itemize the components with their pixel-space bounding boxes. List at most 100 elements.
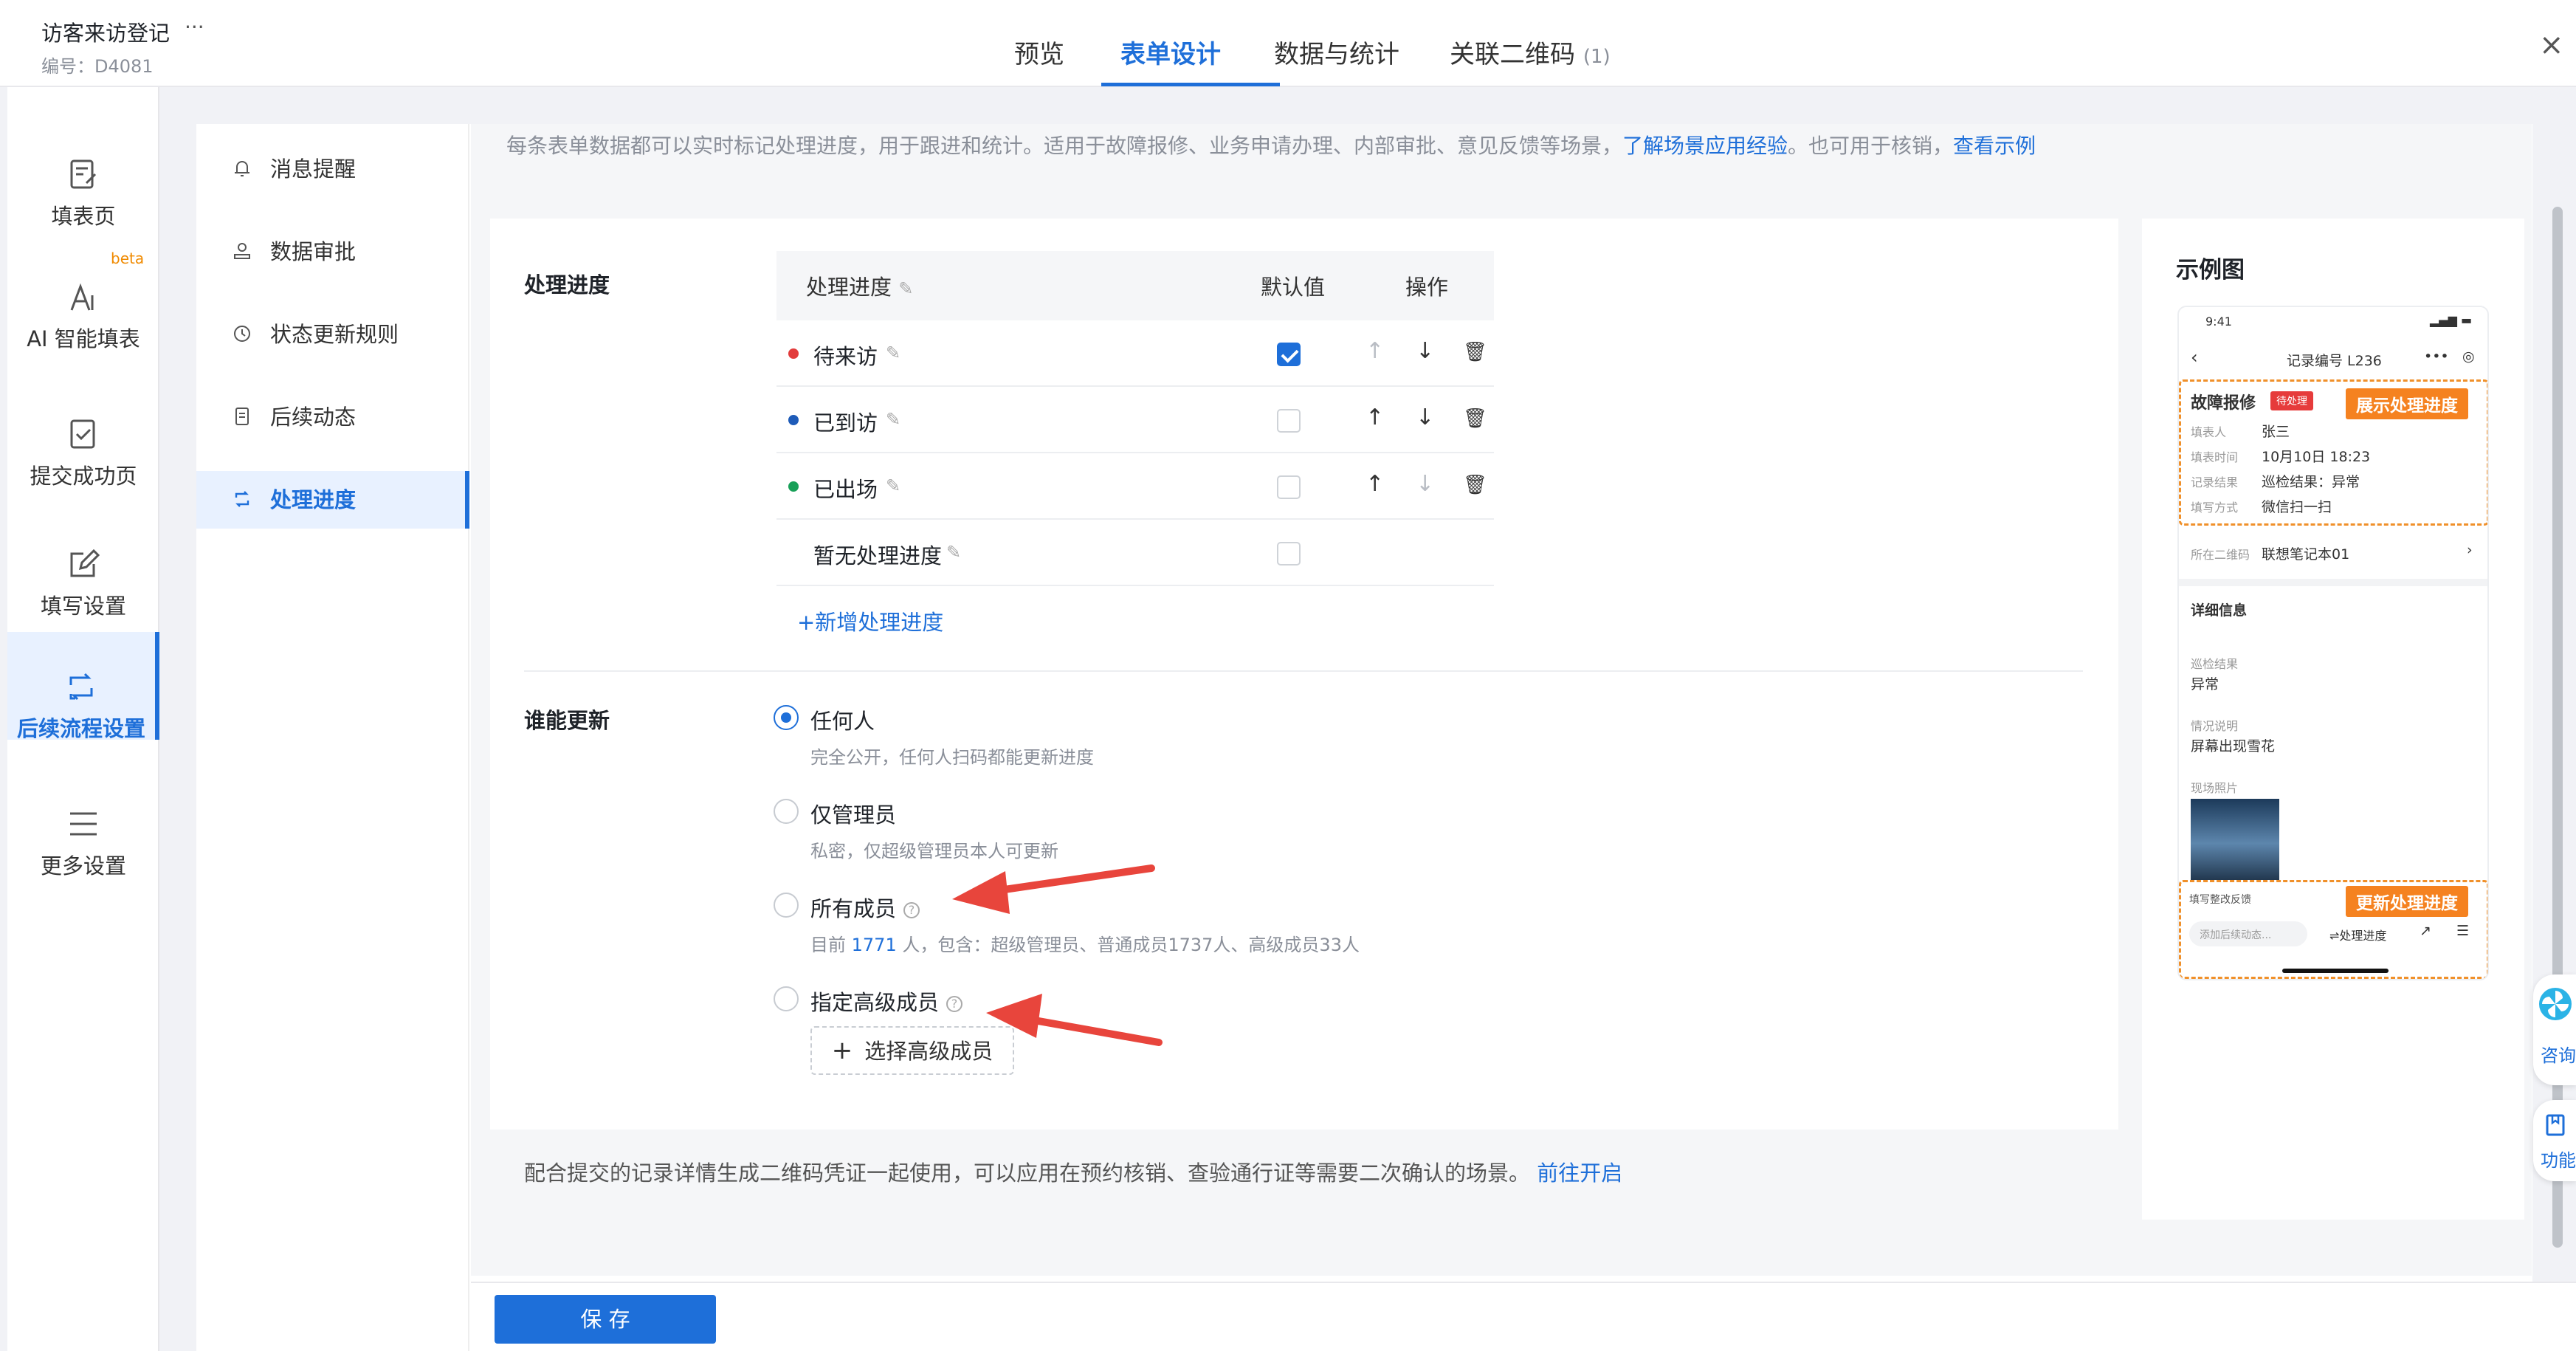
status-dot (788, 348, 799, 359)
subnav-item-data-approval[interactable]: 数据审批 (196, 223, 469, 281)
view-example-link[interactable]: 查看示例 (1953, 134, 2036, 158)
beta-badge: beta (111, 250, 145, 267)
leftnav-label: 填表页 (51, 204, 116, 229)
field-value: 张三 (2262, 424, 2290, 440)
help-icon[interactable]: ? (946, 996, 963, 1012)
table-row: 暂无处理进度 ✎ (776, 520, 1494, 586)
qr-note-text: 配合提交的记录详情生成二维码凭证一起使用，可以应用在预约核销、查验通行证等需要二… (524, 1161, 1531, 1186)
pencil-icon[interactable]: ✎ (886, 475, 900, 496)
option-desc-anyone: 完全公开，任何人扫码都能更新进度 (810, 747, 1094, 768)
menu-icon (70, 812, 97, 836)
radio-admin-only[interactable] (774, 799, 799, 824)
tab-preview[interactable]: 预览 (1014, 34, 1064, 70)
signal-icon: ▂▄▆ ▬ (2430, 313, 2473, 327)
bell-icon (235, 161, 249, 176)
chevron-right-icon: › (2467, 542, 2473, 558)
progress-name: 已到访 (813, 410, 878, 436)
pencil-icon[interactable]: ✎ (886, 409, 900, 430)
section-title-who-can-update: 谁能更新 (524, 708, 610, 733)
radio-all-members[interactable] (774, 893, 799, 918)
move-up-icon[interactable]: ↑ (1366, 405, 1384, 430)
pencil-icon[interactable]: ✎ (898, 278, 913, 299)
section-title-progress: 处理进度 (524, 272, 610, 298)
field-value: 10月10日 18:23 (2262, 449, 2371, 465)
radio-anyone[interactable] (774, 705, 799, 730)
move-down-icon[interactable]: ↓ (1416, 338, 1434, 364)
move-up-icon[interactable]: ↑ (1366, 471, 1384, 497)
tab-count: (1) (1583, 46, 1611, 68)
default-checkbox[interactable] (1277, 542, 1301, 566)
detail-key: 现场照片 (2191, 781, 2239, 795)
tip-mid: 。也可用于核销， (1788, 134, 1954, 158)
document-icon (235, 408, 249, 425)
trash-icon[interactable]: 🗑 (1463, 474, 1487, 496)
subnav-item-progress[interactable]: 处理进度 (196, 471, 469, 529)
column-header-default: 默认值 (1261, 275, 1326, 300)
move-up-icon[interactable]: ↑ (1366, 338, 1384, 364)
bottom-hint: 填写整改反馈 (2189, 894, 2251, 906)
subnav-item-message-reminder[interactable]: 消息提醒 (196, 140, 469, 198)
function-float-button[interactable]: 功能 (2533, 1100, 2576, 1181)
field-key: 填写方式 (2191, 501, 2239, 515)
more-options-button[interactable]: ··· (185, 15, 204, 39)
leftnav-item-workflow[interactable]: 后续流程设置 (7, 632, 159, 741)
table-row: 已出场 ✎ ↑ ↓ 🗑 (776, 453, 1494, 520)
intro-tip: 每条表单数据都可以实时标记处理进度，用于跟进和统计。适用于故障报修、业务申请办理… (506, 130, 2036, 159)
add-progress-button[interactable]: +新增处理进度 (797, 605, 943, 636)
scrollbar[interactable] (2552, 207, 2563, 1248)
share-icon: ↗ (2420, 923, 2431, 939)
comment-placeholder: 添加后续动态... (2200, 929, 2272, 941)
workflow-icon (69, 673, 93, 701)
sub-nav: 消息提醒 数据审批 状态更新规则 后续动态 处理进度 (196, 124, 469, 1351)
leftnav-label: 更多设置 (40, 853, 126, 879)
field-key: 填表时间 (2191, 450, 2239, 464)
red-arrow-annotation (952, 864, 1155, 914)
member-count-link[interactable]: 1771 (852, 935, 897, 955)
option-label-anyone: 任何人 (810, 709, 875, 734)
default-checkbox[interactable] (1277, 475, 1301, 499)
column-header-label: 处理进度 (806, 275, 892, 300)
table-row: 已到访 ✎ ↑ ↓ 🗑 (776, 387, 1494, 453)
pencil-icon[interactable]: ✎ (946, 542, 961, 563)
go-enable-link[interactable]: 前往开启 (1537, 1161, 1622, 1186)
tab-linked-qrcode[interactable]: 关联二维码 (1) (1450, 34, 1611, 70)
subnav-label: 处理进度 (270, 487, 357, 512)
detail-value: 异常 (2191, 676, 2219, 692)
move-down-icon[interactable]: ↓ (1416, 405, 1434, 430)
phone-mockup: 9:41 ▂▄▆ ▬ ‹ 记录编号 L236 ••• ◎ 故障报修 待处理 展示… (2177, 306, 2489, 980)
detail-key: 巡检结果 (2191, 657, 2239, 671)
save-button[interactable]: 保 存 (495, 1295, 716, 1344)
leftnav-item-submit-success[interactable]: 提交成功页 (7, 379, 159, 489)
default-checkbox[interactable] (1277, 343, 1301, 366)
help-icon[interactable]: ? (903, 902, 920, 918)
menu-icon: ☰ (2456, 923, 2470, 939)
learn-scenarios-link[interactable]: 了解场景应用经验 (1622, 134, 1788, 158)
tab-data-stats[interactable]: 数据与统计 (1274, 34, 1399, 70)
radio-senior-members[interactable] (774, 986, 799, 1011)
leftnav-label: 后续流程设置 (16, 716, 145, 741)
qrcode-key: 所在二维码 (2191, 548, 2250, 562)
trash-icon[interactable]: 🗑 (1463, 408, 1487, 430)
tab-linked-qrcode-label: 关联二维码 (1450, 40, 1575, 69)
submit-success-icon (70, 419, 95, 449)
leftnav-item-more-settings[interactable]: 更多设置 (7, 769, 159, 879)
subnav-item-status-rules[interactable]: 状态更新规则 (196, 306, 469, 363)
trash-icon[interactable]: 🗑 (1463, 341, 1487, 363)
close-button[interactable]: × (2539, 28, 2564, 62)
default-checkbox[interactable] (1277, 409, 1301, 433)
status-dot (788, 415, 799, 425)
pencil-icon[interactable]: ✎ (886, 343, 900, 363)
desc-suffix: 人，包含：超级管理员、普通成员1737人、高级成员33人 (896, 935, 1360, 955)
bookmark-icon (2546, 1114, 2565, 1136)
leftnav-item-fill-settings[interactable]: 填写设置 (7, 509, 159, 619)
leftnav-item-form-page[interactable]: 填表页 (7, 120, 159, 229)
progress-name: 暂无处理进度 (813, 543, 943, 568)
consult-label: 咨询 (2541, 1045, 2576, 1066)
subnav-item-follow-up[interactable]: 后续动态 (196, 388, 469, 446)
qrcode-value: 联想笔记本01 (2262, 546, 2350, 563)
move-down-icon[interactable]: ↓ (1416, 471, 1434, 497)
qrcode-note: 配合提交的记录详情生成二维码凭证一起使用，可以应用在预约核销、查验通行证等需要二… (524, 1156, 1622, 1187)
consult-float-button[interactable]: 咨询 (2533, 974, 2576, 1085)
detail-key: 情况说明 (2191, 719, 2239, 733)
tab-form-design[interactable]: 表单设计 (1120, 34, 1221, 70)
